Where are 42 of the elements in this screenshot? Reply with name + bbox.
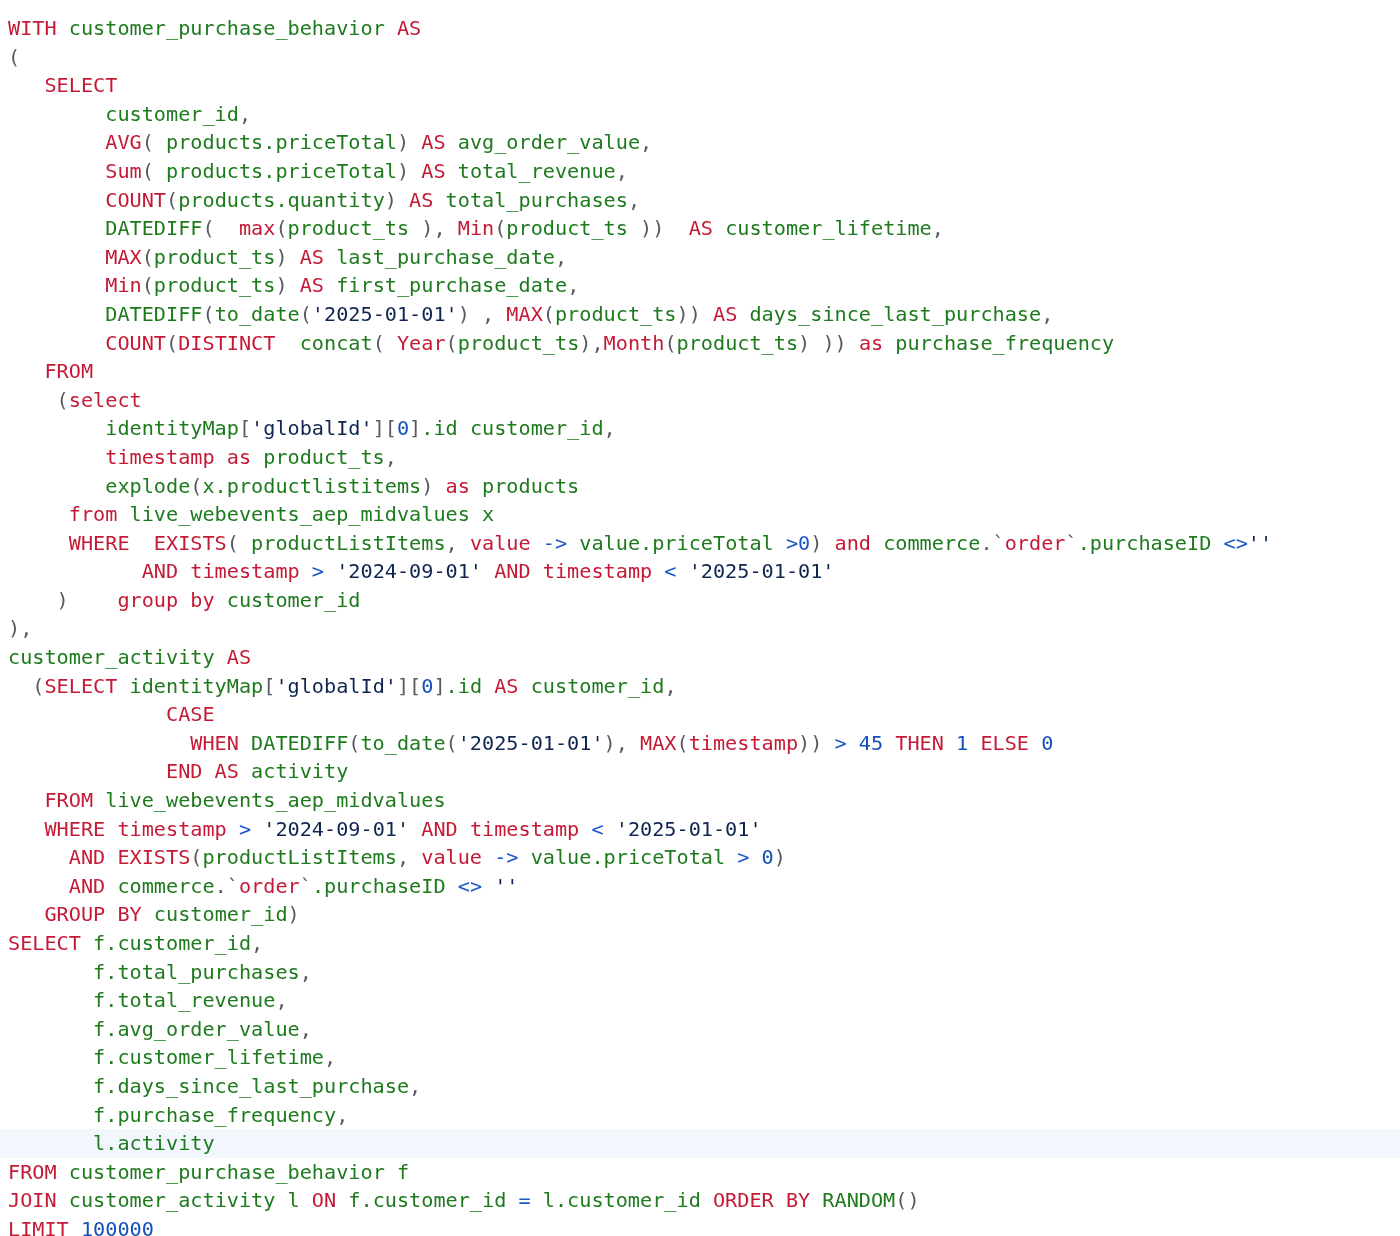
- code-line: FROM customer_purchase_behavior f: [7, 1158, 411, 1186]
- code-line: GROUP BY customer_id): [43, 901, 301, 929]
- code-line: f.days_since_last_purchase,: [92, 1072, 423, 1100]
- code-line: WHERE timestamp > '2024-09-01' AND timestamp < '2025-01-01': [43, 815, 763, 843]
- code-line: SELECT f.customer_id,: [7, 930, 265, 957]
- code-line: WHEN DATEDIFF(to_date('2025-01-01'), MAX(timestamp)) > 45 THEN 1 ELSE 0: [189, 729, 1055, 757]
- code-line: JOIN customer_activity l ON f.customer_id = l.customer_id ORDER BY RANDOM(): [7, 1187, 921, 1215]
- code-line: DATEDIFF( max(product_ts ), Min(product_ts )) AS customer_lifetime,: [104, 215, 945, 243]
- code-line: AND timestamp > '2024-09-01' AND timestamp < '2025-01-01': [140, 558, 836, 586]
- code-line: Sum( products.priceTotal) AS total_revenue,: [104, 157, 629, 185]
- code-line: f.total_revenue,: [92, 987, 289, 1015]
- code-line: DATEDIFF(to_date('2025-01-01') , MAX(product_ts)) AS days_since_last_purchase,: [104, 300, 1055, 328]
- code-line: MAX(product_ts) AS last_purchase_date,: [104, 243, 569, 271]
- code-line: FROM: [43, 358, 95, 386]
- code-line: FROM live_webevents_aep_midvalues: [43, 787, 447, 815]
- code-line: COUNT(DISTINCT concat( Year(product_ts),Month(product_ts) )) as purchase_frequency: [104, 329, 1116, 357]
- code-line: AND commerce.`order`.purchaseID <> '': [67, 872, 520, 900]
- code-line: f.avg_order_value,: [92, 1015, 313, 1043]
- code-line: from live_webevents_aep_midvalues x: [67, 501, 496, 529]
- code-line: customer_activity AS: [7, 644, 253, 672]
- code-line: LIMIT 100000: [7, 1215, 155, 1236]
- code-line: ),: [7, 615, 34, 643]
- code-line: timestamp as product_ts,: [104, 443, 398, 471]
- code-line: WHERE EXISTS( productListItems, value -> value.priceTotal >0) and commerce.`order`.purchaseID <>'': [67, 529, 1274, 557]
- code-line: f.purchase_frequency,: [92, 1101, 350, 1129]
- code-line: explode(x.productlistitems) as products: [104, 472, 581, 500]
- code-line: ) group by customer_id: [55, 586, 362, 614]
- code-line: END AS activity: [165, 758, 350, 786]
- code-line: AND EXISTS(productListItems, value -> value.priceTotal > 0): [67, 844, 787, 872]
- code-line: COUNT(products.quantity) AS total_purchases,: [104, 186, 642, 214]
- code-line: customer_id,: [104, 100, 253, 128]
- code-line: (: [7, 43, 22, 71]
- code-line: SELECT: [43, 72, 119, 100]
- code-line: CASE: [165, 701, 216, 729]
- code-line: f.customer_lifetime,: [92, 1044, 338, 1072]
- code-line: (SELECT identityMap['globalId'][0].id AS customer_id,: [31, 672, 678, 700]
- code-line: WITH customer_purchase_behavior AS: [7, 15, 423, 42]
- code-line: Min(product_ts) AS first_purchase_date,: [104, 272, 581, 300]
- code-line: identityMap['globalId'][0].id customer_id,: [104, 415, 617, 443]
- code-line: (select: [55, 386, 143, 414]
- code-line: f.total_purchases,: [92, 958, 313, 986]
- code-line: AVG( products.priceTotal) AS avg_order_value,: [104, 129, 654, 157]
